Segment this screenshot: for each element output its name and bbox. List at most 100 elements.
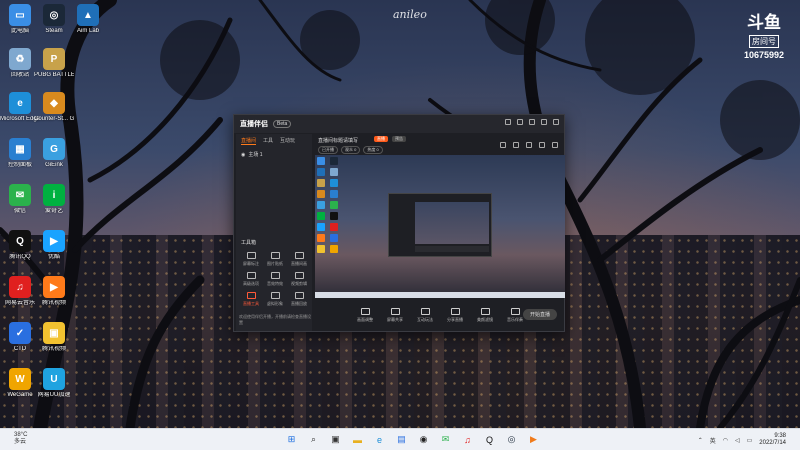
- desktop-icon[interactable]: ▶ 腾讯视频: [34, 276, 74, 307]
- desktop-icon[interactable]: i 爱奇艺: [34, 184, 74, 215]
- left-panel: 直播间 工具 互动玩 ◉ 主场 1 工具箱 屏幕标注 图片贴纸 直播间画 高级选项 音效…: [236, 134, 312, 331]
- control-panel-icon: ▦: [9, 138, 31, 160]
- chat-icon[interactable]: [513, 142, 519, 148]
- screen-share-button[interactable]: 屏幕共享: [387, 307, 403, 323]
- tab-tools[interactable]: 工具: [263, 137, 273, 145]
- beauty-button[interactable]: 美颜滤镜: [477, 307, 493, 323]
- lang-indicator[interactable]: 英: [710, 436, 716, 445]
- live-tag[interactable]: 直播: [374, 136, 388, 142]
- tool-item[interactable]: 高级选项: [239, 272, 263, 287]
- stream-preview[interactable]: [315, 155, 565, 298]
- tool-label: 直播间画: [291, 261, 307, 266]
- footer-note: 欢迎使用伴侣开播，开播前请检查直播设置: [239, 314, 311, 325]
- start-icon[interactable]: ⊞: [284, 432, 299, 447]
- watermark-logo: anileo: [393, 8, 427, 21]
- edge-icon[interactable]: e: [372, 432, 387, 447]
- tool-label: 视频剪辑: [291, 281, 307, 286]
- scene-selector[interactable]: ◉ 主场 1: [241, 151, 307, 159]
- desktop-icon[interactable]: ▣ 腾讯视频: [34, 322, 74, 353]
- douyu-room-badge: 斗鱼 房间号 10675992: [742, 14, 786, 60]
- maximize-icon[interactable]: [541, 119, 547, 125]
- adjust-button[interactable]: 画面调整: [357, 307, 373, 323]
- file-explorer-icon[interactable]: ▬: [350, 432, 365, 447]
- stat-viewers: 观众 0: [341, 146, 361, 154]
- wifi-icon[interactable]: ◠: [723, 437, 728, 444]
- store-icon[interactable]: ▤: [394, 432, 409, 447]
- tool-icon: [270, 272, 280, 279]
- tool-item[interactable]: 屏幕标注: [239, 252, 263, 267]
- desktop-icon-label: Aim Lab: [76, 28, 99, 34]
- tool-item[interactable]: 虚拟形象: [263, 292, 287, 307]
- live-companion-icon[interactable]: ▶: [526, 432, 541, 447]
- eye-icon: ◉: [241, 151, 246, 158]
- computer-icon: ▭: [9, 4, 31, 26]
- desktop-icon[interactable]: G GiEink: [34, 138, 74, 169]
- desktop-icon[interactable]: P PUBG BATTLEGR...: [34, 48, 74, 79]
- wechat-icon[interactable]: ✉: [438, 432, 453, 447]
- music-button[interactable]: 音乐伴奏: [507, 307, 523, 323]
- preview-icon: [317, 168, 325, 176]
- volume-icon[interactable]: ◁: [735, 437, 740, 444]
- tab-interact[interactable]: 互动玩: [280, 137, 295, 145]
- weather-widget[interactable]: 38°C 多云: [14, 432, 27, 446]
- gift-icon[interactable]: [500, 142, 506, 148]
- message-icon[interactable]: [539, 142, 545, 148]
- tool-item[interactable]: 音效特效: [263, 272, 287, 287]
- interact-button[interactable]: 互动玩法: [417, 307, 433, 323]
- stream-title[interactable]: 直播间标题请填写: [318, 137, 358, 144]
- desktop-icon-label: 优酷: [47, 254, 60, 260]
- settings-icon[interactable]: [505, 119, 511, 125]
- tool-label: 高级选项: [243, 281, 259, 286]
- tencent-video-icon: ▶: [43, 276, 65, 298]
- pubg-icon: P: [43, 48, 65, 70]
- tool-item[interactable]: 直播回放: [287, 292, 311, 307]
- wechat-icon: ✉: [9, 184, 31, 206]
- task-view-icon[interactable]: ▣: [328, 432, 343, 447]
- preview-icon: [329, 212, 338, 220]
- clock[interactable]: 9:38 2022/7/14: [759, 433, 786, 447]
- live-companion-window[interactable]: 直播伴侣 Beta 直播间 工具 互动玩 ◉ 主场 1 工具箱 屏幕标注 图片贴纸…: [233, 114, 565, 332]
- menu-icon[interactable]: [517, 119, 523, 125]
- desktop-icon[interactable]: ▲ Aim Lab: [68, 4, 108, 35]
- clock-date: 2022/7/14: [759, 440, 786, 446]
- go-live-button[interactable]: 开始直播: [522, 309, 557, 320]
- tool-icon: [294, 292, 304, 299]
- tool-item[interactable]: 直播工具: [239, 292, 263, 307]
- preview-icon: [329, 245, 338, 253]
- desktop-icon[interactable]: ◆ Counter-St... Global Off...: [34, 92, 74, 123]
- preview-icon: [329, 168, 338, 176]
- qq-icon[interactable]: Q: [482, 432, 497, 447]
- tool-item[interactable]: 图片贴纸: [263, 252, 287, 267]
- desktop-icon[interactable]: ▶ 优酷: [34, 230, 74, 261]
- obs-icon[interactable]: ◉: [416, 432, 431, 447]
- taskbar: 38°C 多云 ⊞ ⌕ ▣ ▬ e ▤ ◉ ✉ ♫ Q ◎ ▶ ⌃ 英 ◠ ◁ ▭ 9:38 2022…: [0, 428, 800, 450]
- close-icon[interactable]: [553, 119, 559, 125]
- tool-icon: [294, 252, 304, 259]
- preview-tag[interactable]: 预告: [392, 136, 406, 142]
- youku-icon: ▶: [43, 230, 65, 252]
- netease-music-icon: ♫: [9, 276, 31, 298]
- chevron-up-icon[interactable]: ⌃: [698, 437, 703, 444]
- netease-music-icon[interactable]: ♫: [460, 432, 475, 447]
- desktop-icon-label: PUBG BATTLEGR...: [34, 72, 74, 78]
- room-label: 房间号: [749, 35, 779, 48]
- steam-icon[interactable]: ◎: [504, 432, 519, 447]
- app-brand: 直播伴侣: [240, 121, 268, 128]
- search-icon[interactable]: ⌕: [306, 432, 321, 447]
- system-tray: ⌃ 英 ◠ ◁ ▭ 9:38 2022/7/14: [698, 433, 786, 447]
- battery-icon[interactable]: ▭: [747, 437, 753, 444]
- tool-label: 屏幕标注: [243, 261, 259, 266]
- minimize-icon[interactable]: [529, 119, 535, 125]
- share-live-button[interactable]: 分享直播: [447, 307, 463, 323]
- share-icon[interactable]: [552, 142, 558, 148]
- tool-item[interactable]: 视频剪辑: [287, 272, 311, 287]
- csgo-icon: ◆: [43, 92, 65, 114]
- app-titlebar[interactable]: 直播伴侣 Beta: [234, 115, 564, 133]
- tool-item[interactable]: 直播间画: [287, 252, 311, 267]
- screen-share-icon: [390, 307, 400, 315]
- desktop-icon[interactable]: U 网易UU加速: [34, 368, 74, 399]
- record-icon[interactable]: [526, 142, 532, 148]
- tab-live-room[interactable]: 直播间: [241, 137, 257, 145]
- weather-temp: 38°C: [14, 432, 28, 438]
- room-number: 10675992: [743, 50, 785, 60]
